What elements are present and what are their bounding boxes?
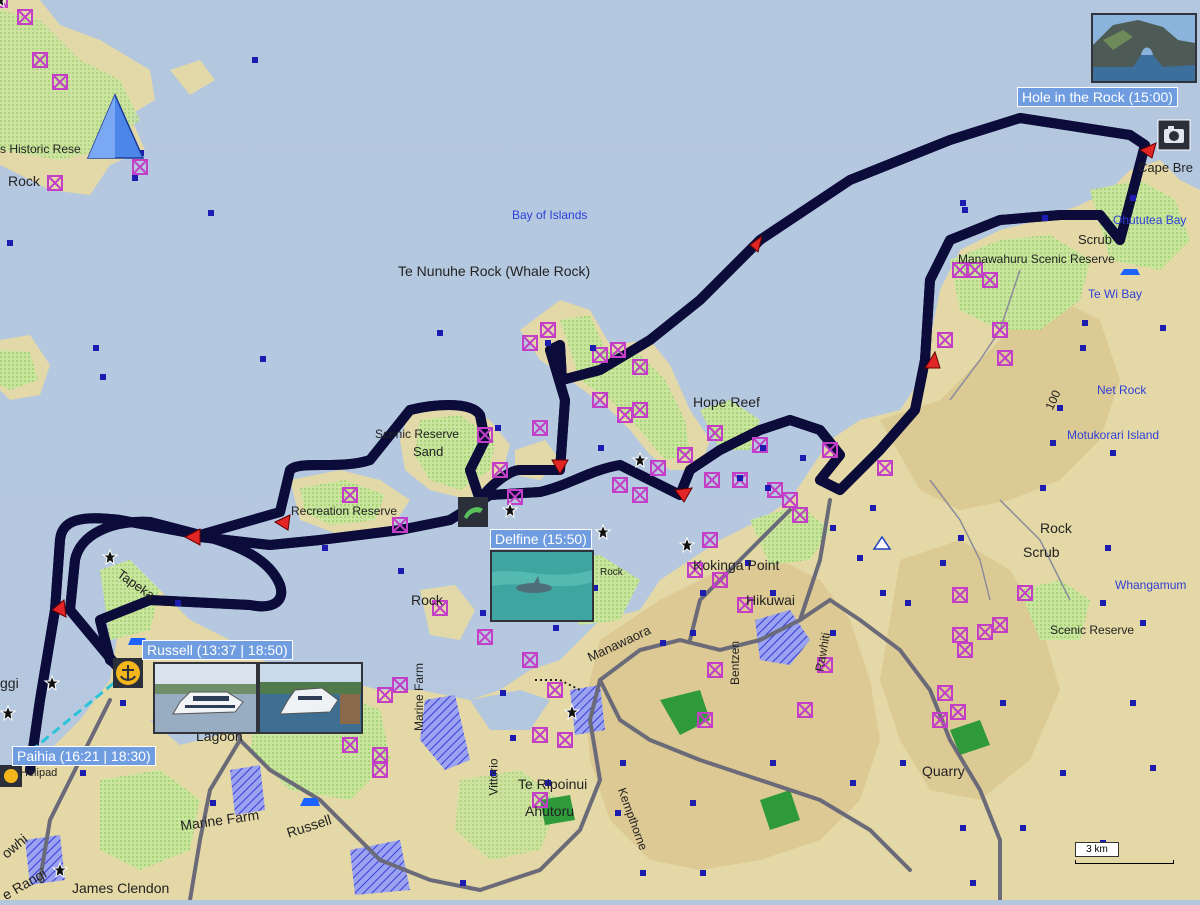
label-net-rock: Net Rock	[1097, 383, 1147, 397]
label-scrub-east: Scrub	[1023, 544, 1060, 560]
label-bay-of-islands: Bay of Islands	[512, 208, 588, 222]
label-whangamumu: Whangamum	[1115, 578, 1187, 592]
label-quarry: Quarry	[922, 763, 965, 779]
label-historic-reserve: s Historic Rese	[0, 142, 81, 156]
scale-label: 3 km	[1075, 842, 1119, 857]
anchor-icon[interactable]	[113, 658, 143, 688]
label-manawahuru: Manawahuru Scenic Reserve	[958, 252, 1115, 266]
label-cape-brett: Cape Bre	[1138, 160, 1193, 175]
photo-thumbnail-delfine[interactable]	[490, 550, 594, 622]
waypoint-label-hole-in-the-rock[interactable]: Hole in the Rock (15:00)	[1017, 87, 1178, 107]
scale-bar: 3 km	[1075, 842, 1174, 864]
label-ohututea-bay: Ohututea Bay	[1113, 213, 1187, 227]
label-ahutoru: Ahutoru	[525, 803, 575, 819]
label-rock-east: Rock	[1040, 520, 1072, 536]
label-scenic-reserve-east: Scenic Reserve	[1050, 623, 1135, 637]
label-motukorari: Motukorari Island	[1067, 428, 1160, 442]
dolphin-icon[interactable]	[458, 497, 488, 527]
helipad-icon	[0, 765, 22, 787]
label-rock: Rock	[411, 592, 443, 608]
waypoint-label-delfine[interactable]: Delfine (15:50)	[490, 529, 592, 549]
label-scenic-reserve: Scenic Reserve	[375, 427, 460, 441]
label-rock-nw: Rock	[8, 173, 40, 189]
scale-bar-line	[1075, 860, 1174, 864]
label-hope-reef: Hope Reef	[693, 394, 760, 410]
label-hikuwai: Hikuwai	[746, 592, 796, 608]
label-scrub: Scrub	[1078, 232, 1112, 247]
photo-thumbnail-russell-2[interactable]	[258, 662, 363, 734]
label-te-wi-bay: Te Wi Bay	[1088, 287, 1143, 301]
label-sand: Sand	[413, 444, 444, 459]
label-helipad: Helipad	[20, 767, 58, 779]
label-te-ripoinui: Te Ripoinui	[518, 776, 588, 792]
map-view[interactable]: Bay of Islands Te Nunuhe Rock (Whale Roc…	[0, 0, 1200, 903]
waypoint-label-paihia[interactable]: Paihia (16:21 | 18:30)	[12, 746, 156, 766]
label-marine-farm-vertical: Marine Farm	[412, 662, 427, 732]
label-recreation-reserve: Recreation Reserve	[291, 504, 398, 518]
map-canvas[interactable]	[0, 0, 1200, 902]
label-paihia-left: ggi	[0, 675, 19, 691]
photo-thumbnail-russell-1[interactable]	[153, 662, 258, 734]
label-kokinga-point: Kokinga Point	[693, 557, 780, 573]
label-rock-small: Rock	[600, 567, 623, 578]
photo-thumbnail-hole-in-the-rock[interactable]	[1091, 13, 1197, 83]
label-bentzen: Bentzen	[728, 640, 743, 686]
label-vittorio: Vittorio	[486, 758, 501, 796]
label-whale-rock: Te Nunuhe Rock (Whale Rock)	[398, 263, 591, 279]
waypoint-label-russell[interactable]: Russell (13:37 | 18:50)	[142, 640, 293, 660]
camera-icon[interactable]	[1157, 119, 1191, 151]
label-james-clendon: James Clendon	[72, 880, 170, 896]
